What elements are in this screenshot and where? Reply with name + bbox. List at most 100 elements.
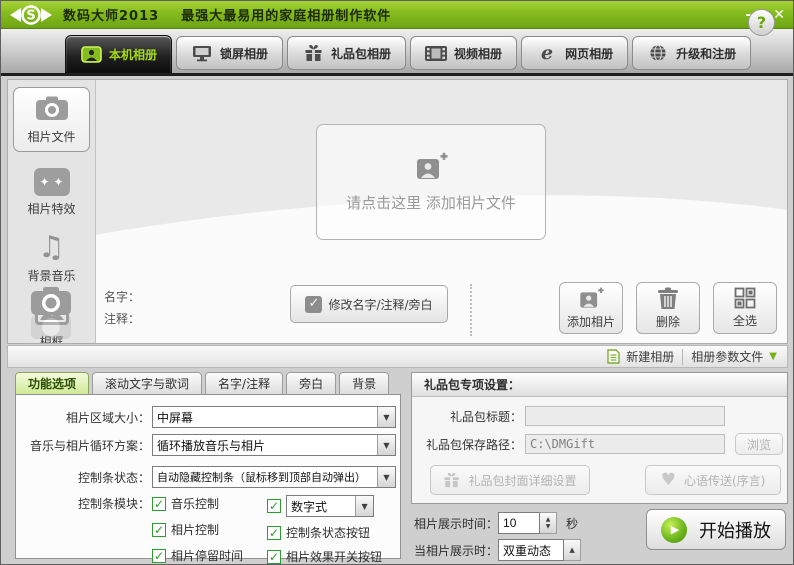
button-label: 删除 — [655, 314, 680, 329]
dropdown-arrow-icon[interactable]: ▼ — [355, 496, 374, 516]
display-mode-select[interactable]: 双重动态 — [498, 539, 565, 561]
photo-area-size-select[interactable]: 中屏幕 ▼ — [152, 406, 396, 428]
trash-icon — [658, 287, 678, 309]
display-mode-row: 当相片展示时： 双重动态 ▲ — [414, 539, 582, 561]
gift-icon — [302, 44, 324, 62]
browse-button[interactable]: 浏览 — [735, 433, 783, 455]
app-logo-icon: S — [10, 4, 52, 25]
display-mode-up-arrow[interactable]: ▲ — [564, 539, 582, 561]
dropdown-arrow-icon[interactable]: ▼ — [377, 435, 395, 455]
checkbox-icon[interactable]: ✓ — [152, 496, 166, 511]
spin-up-icon[interactable]: ▲ — [546, 516, 551, 523]
display-duration-row: 相片展示时间： ▲ ▼ 秒 — [414, 512, 578, 534]
button-label: 新建相册 — [626, 350, 675, 364]
tab-label: 旁白 — [299, 377, 324, 391]
select-all-button[interactable]: 全选 — [713, 282, 777, 334]
dropdown-arrow-icon[interactable]: ▼ — [377, 467, 395, 487]
checkbox-digital-style[interactable]: ✓ 数字式 ▼ — [267, 495, 382, 517]
dropdown-arrow-icon[interactable]: ▼ — [377, 407, 395, 427]
giftpack-cover-settings-button[interactable]: 礼品包封面详细设置 — [430, 465, 590, 495]
duration-spinner[interactable]: ▲ ▼ — [540, 512, 558, 534]
ie-e-icon: e — [541, 42, 554, 64]
select-value: 数字式 — [291, 499, 328, 514]
gift-icon — [444, 472, 460, 488]
tab-upgrade-register[interactable]: 升级和注册 — [632, 36, 752, 70]
checkbox-control-bar-state-button[interactable]: ✓ 控制条状态按钮 — [267, 524, 382, 541]
checkbox-icon[interactable]: ✓ — [267, 549, 282, 564]
duration-input[interactable] — [498, 512, 541, 534]
dotted-separator — [470, 284, 472, 336]
button-label: 全选 — [732, 314, 757, 328]
checkbox-photo-effect-switch[interactable]: ✓ 相片效果开关按钮 — [267, 548, 383, 564]
album-params-button[interactable]: 相册参数文件 ▼ — [691, 348, 777, 365]
sidebar-item-background-music[interactable]: ♫ 背景音乐 — [8, 233, 95, 284]
tab-background[interactable]: 背景 — [339, 372, 390, 395]
music-note-icon: ♫ — [38, 230, 65, 265]
checkbox-photo-stay-time[interactable]: ✓ 相片停留时间 — [152, 547, 243, 564]
control-bar-modules-label: 控制条模块： — [77, 497, 150, 511]
heart-message-button[interactable]: ♥ 心语传送(序言) — [645, 465, 781, 495]
giftpack-title-input[interactable] — [525, 406, 725, 426]
tab-giftpack-album[interactable]: 礼品包相册 — [287, 36, 407, 70]
checkbox-icon[interactable]: ✓ — [152, 522, 166, 537]
new-album-button[interactable]: 新建相册 — [607, 348, 674, 365]
giftpack-path-input[interactable] — [525, 434, 725, 454]
edit-name-note-button[interactable]: ✓ 修改名字/注释/旁白 — [290, 285, 448, 323]
checkbox-music-control[interactable]: ✓ 音乐控制 — [152, 495, 243, 512]
tab-label: 视频相册 — [454, 46, 503, 61]
checkbox-icon[interactable]: ✓ — [152, 548, 166, 563]
checkbox-label: 相片效果开关按钮 — [286, 550, 383, 564]
giftpack-header: 礼品包专项设置： — [412, 373, 787, 397]
tab-label: 网页相册 — [565, 46, 614, 61]
sparkles-icon: ✦ ✦ — [33, 168, 70, 196]
tab-function-options[interactable]: 功能选项 — [15, 372, 90, 395]
button-label: 添加相片 — [566, 314, 615, 329]
checkbox-icon[interactable]: ✓ — [267, 499, 282, 513]
play-button-label: 开始播放 — [699, 520, 771, 542]
tab-local-album[interactable]: 本机相册 — [65, 35, 173, 73]
duration-unit: 秒 — [566, 516, 579, 531]
photo-album-icon — [80, 45, 102, 63]
photo-info-row: 名字： 注释： ✓ 修改名字/注释/旁白 添加相片 删除 全选 — [8, 280, 787, 343]
select-value: 中屏幕 — [157, 410, 194, 425]
album-strip: 新建相册 相册参数文件 ▼ — [7, 345, 788, 368]
function-options-panel: 相片区域大小： 中屏幕 ▼ 音乐与相片循环方案： 循环播放音乐与相片 ▼ 控制条… — [15, 394, 401, 564]
add-photos-button[interactable]: 添加相片 — [559, 282, 623, 334]
tab-name-note[interactable]: 名字/注释 — [205, 372, 284, 395]
options-tab-bar: 功能选项 滚动文字与歌词 名字/注释 旁白 背景 — [15, 372, 390, 395]
new-document-icon — [607, 349, 620, 364]
app-title: 数码大师2013 — [63, 9, 160, 24]
delete-button[interactable]: 删除 — [636, 282, 700, 334]
tab-scrolling-text-lyrics[interactable]: 滚动文字与歌词 — [92, 372, 203, 395]
checkbox-icon[interactable]: ✓ — [267, 525, 282, 540]
checkbox-label: 音乐控制 — [171, 497, 220, 511]
help-button[interactable]: ? — [748, 9, 775, 36]
sidebar-item-photo-files[interactable]: 相片文件 — [13, 87, 90, 152]
check-icon: ✓ — [305, 295, 323, 313]
select-value: 循环播放音乐与相片 — [157, 438, 266, 453]
tab-video-album[interactable]: 视频相册 — [410, 36, 518, 70]
tab-label: 本机相册 — [109, 47, 158, 62]
digital-style-select[interactable]: 数字式 ▼ — [286, 495, 375, 517]
add-photos-dropzone[interactable]: 请点击这里 添加相片文件 — [316, 124, 546, 240]
music-photo-loop-select[interactable]: 循环播放音乐与相片 ▼ — [152, 434, 396, 456]
film-icon — [425, 44, 448, 62]
tab-lockscreen-album[interactable]: 锁屏相册 — [176, 36, 284, 70]
tab-label: 礼品包相册 — [331, 46, 392, 61]
sidebar-item-label: 相片文件 — [27, 130, 76, 144]
sidebar-item-photo-effects[interactable]: ✦ ✦ 相片特效 — [8, 168, 95, 217]
button-label: 浏览 — [746, 437, 771, 452]
dropzone-text: 请点击这里 添加相片文件 — [346, 193, 516, 212]
tab-narration[interactable]: 旁白 — [286, 372, 337, 395]
checkbox-photo-control[interactable]: ✓ 相片控制 — [152, 521, 243, 538]
music-photo-loop-label: 音乐与相片循环方案： — [29, 438, 150, 453]
control-bar-state-select[interactable]: 自动隐藏控制条（鼠标移到顶部自动弹出） ▼ — [152, 466, 396, 488]
tab-web-album[interactable]: e 网页相册 — [521, 36, 629, 70]
start-play-button[interactable]: ▶ 开始播放 — [646, 509, 786, 550]
close-button[interactable]: ✕ — [773, 1, 785, 29]
main-tab-bar: 本机相册 锁屏相册 礼品包相册 视频相册 e 网页相册 升级和注册 — [1, 29, 793, 76]
globe-icon — [647, 44, 669, 62]
select-all-grid-icon — [734, 287, 756, 309]
spin-down-icon[interactable]: ▼ — [546, 523, 551, 530]
chevron-down-icon: ▼ — [769, 351, 777, 362]
